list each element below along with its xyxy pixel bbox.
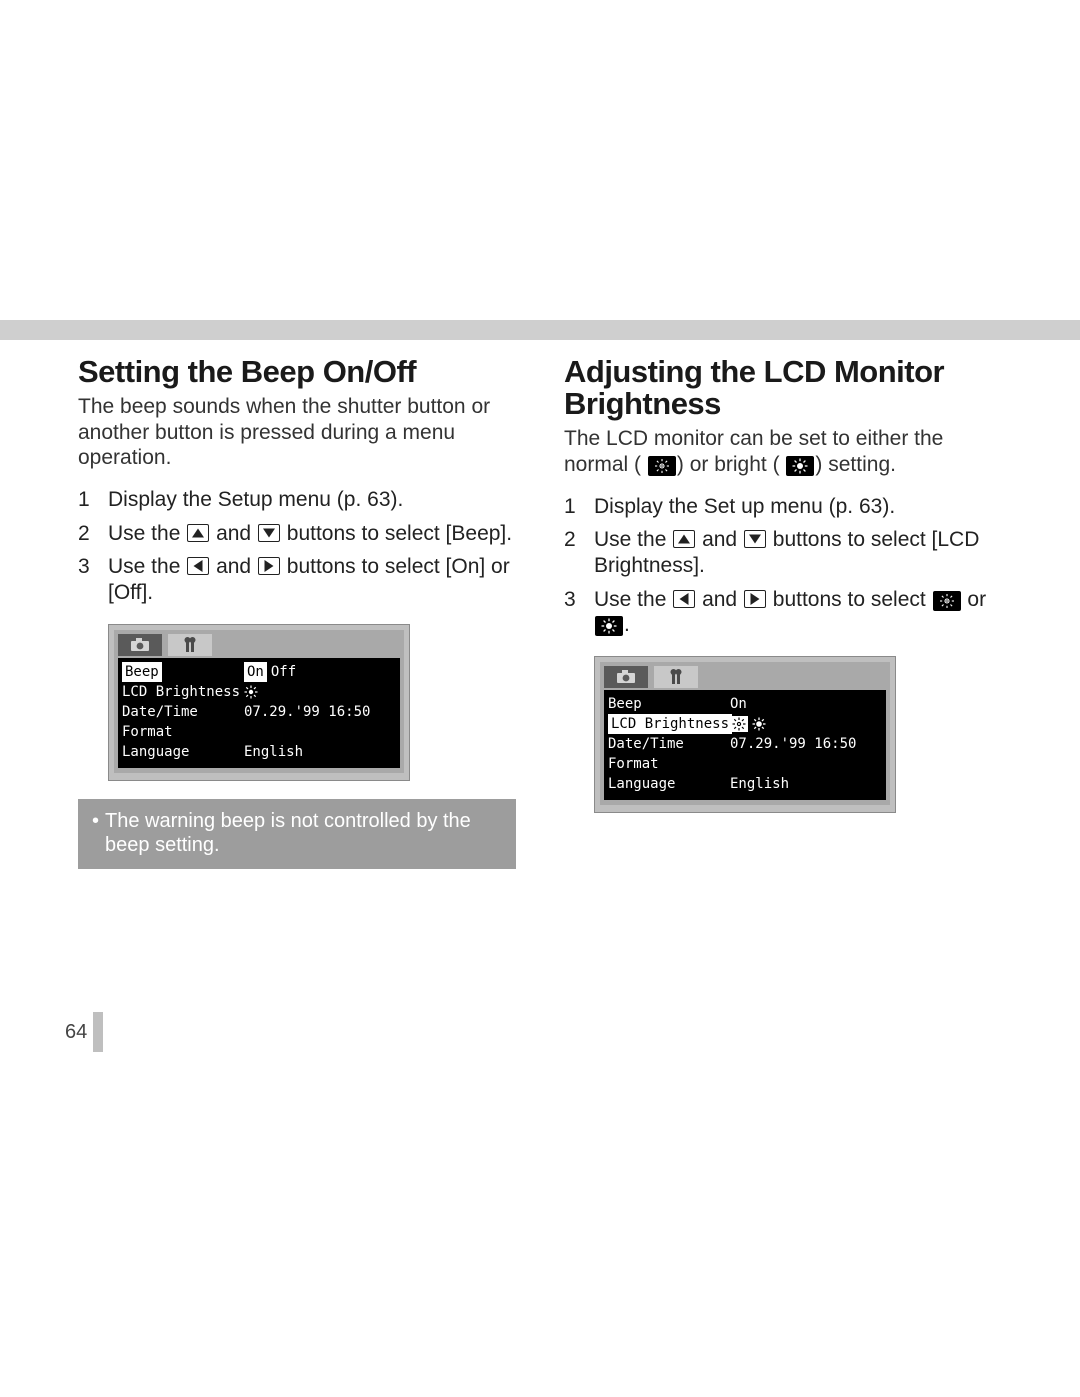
- page-number: 64: [65, 1012, 103, 1052]
- brightness-normal-icon: [648, 456, 676, 476]
- tab-tools-icon: [168, 634, 212, 656]
- tab-camera-icon: [118, 634, 162, 656]
- step: Display the Set up menu (p. 63).: [564, 494, 1002, 520]
- brightness-normal-icon: [732, 717, 746, 731]
- step: Display the Setup menu (p. 63).: [78, 487, 516, 513]
- up-button-icon: [673, 530, 695, 548]
- tab-camera-icon: [604, 666, 648, 688]
- left-button-icon: [673, 590, 695, 608]
- step: Use the and buttons to select [Beep].: [78, 521, 516, 547]
- up-button-icon: [187, 524, 209, 542]
- step: Use the and buttons to select [On] or [O…: [78, 554, 516, 605]
- lcd-screenshot-beep: BeepOnOff LCD Brightness Date/Time07.29.…: [108, 624, 410, 781]
- left-button-icon: [187, 557, 209, 575]
- tab-tools-icon: [654, 666, 698, 688]
- note-beep: The warning beep is not controlled by th…: [78, 799, 516, 869]
- brightness-normal-icon: [933, 591, 961, 611]
- brightness-normal-icon: [244, 685, 258, 699]
- steps-brightness: Display the Set up menu (p. 63). Use the…: [564, 494, 1002, 638]
- down-button-icon: [744, 530, 766, 548]
- step: Use the and buttons to select [LCD Brigh…: [564, 527, 1002, 578]
- brightness-bright-icon: [595, 616, 623, 636]
- brightness-bright-icon: [752, 717, 766, 731]
- step: Use the and buttons to select or .: [564, 587, 1002, 638]
- brightness-bright-icon: [786, 456, 814, 476]
- heading-beep: Setting the Beep On/Off: [78, 356, 516, 388]
- right-button-icon: [258, 557, 280, 575]
- lcd-screenshot-brightness: BeepOn LCD Brightness Date/Time07.29.'99…: [594, 656, 896, 813]
- heading-brightness: Adjusting the LCD Monitor Brightness: [564, 356, 1002, 420]
- section-brightness: Adjusting the LCD Monitor Brightness The…: [564, 356, 1002, 869]
- down-button-icon: [258, 524, 280, 542]
- intro-beep: The beep sounds when the shutter button …: [78, 394, 516, 471]
- section-beep: Setting the Beep On/Off The beep sounds …: [78, 356, 516, 869]
- intro-brightness: The LCD monitor can be set to either the…: [564, 426, 1002, 477]
- steps-beep: Display the Setup menu (p. 63). Use the …: [78, 487, 516, 605]
- right-button-icon: [744, 590, 766, 608]
